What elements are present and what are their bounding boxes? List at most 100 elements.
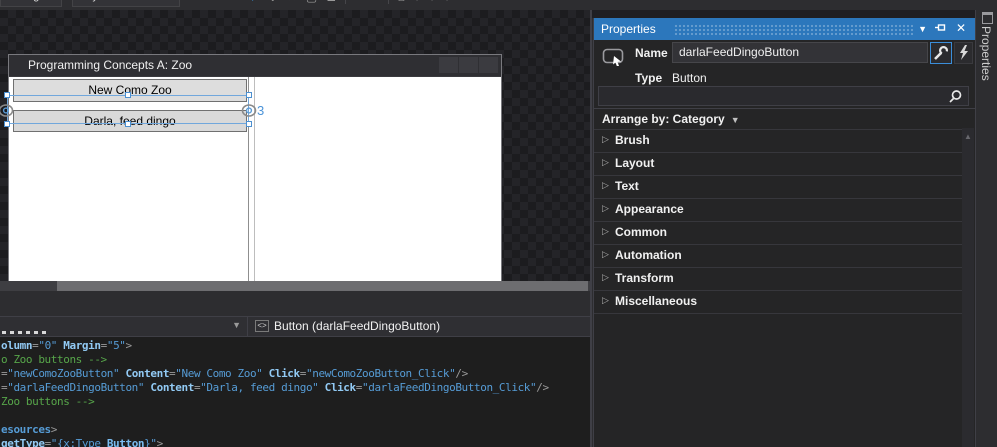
- toolbar-separator: [345, 0, 346, 4]
- expander-icon[interactable]: ▷: [602, 249, 609, 260]
- xaml-breadcrumb-bar: ▼ <> Button (darlaFeedDingoButton): [0, 316, 590, 337]
- category-row-brush[interactable]: ▷ Brush: [594, 130, 962, 153]
- minimize-button: [439, 57, 458, 73]
- xaml-code[interactable]: olumn="0" Margin="5">o Zoo buttons -->="…: [0, 337, 590, 447]
- wpf-preview-window[interactable]: Programming Concepts A: Zoo New Como Zoo…: [8, 54, 502, 287]
- category-label: Brush: [615, 133, 650, 147]
- arrange-by-label: Arrange by: Category: [602, 112, 725, 126]
- chevron-down-icon[interactable]: ⌄: [268, 0, 278, 6]
- code-line[interactable]: getType="{x:Type Button}">: [1, 437, 590, 447]
- h-spacing-icon[interactable]: ━: [355, 0, 362, 6]
- category-row-text[interactable]: ▷Text: [594, 176, 962, 199]
- code-line[interactable]: olumn="0" Margin="5">: [1, 339, 590, 353]
- properties-panel: Properties ▼ ✕ Name darlaFeedDingoButton: [593, 18, 975, 447]
- resize-handle-bottom-middle[interactable]: [125, 121, 131, 127]
- artboard-edge: [592, 10, 975, 18]
- window-position-menu-icon[interactable]: ▼: [918, 24, 927, 34]
- designer-horizontal-scrollbar[interactable]: [0, 281, 590, 291]
- xaml-element-icon: <>: [255, 320, 269, 332]
- expander-icon[interactable]: ▷: [602, 226, 609, 237]
- scrollbar-thumb[interactable]: [57, 281, 588, 291]
- properties-titlebar[interactable]: Properties ▼ ✕: [594, 18, 975, 40]
- clipped-code-line: [2, 331, 46, 334]
- search-icon[interactable]: [948, 89, 963, 104]
- tool-window-icon: [982, 12, 993, 24]
- properties-title: Properties: [601, 22, 656, 36]
- category-row-transform[interactable]: ▷Transform: [594, 268, 962, 291]
- pin-icon[interactable]: [934, 21, 947, 37]
- snap-toggle-icon[interactable]: ▾: [429, 0, 435, 6]
- close-icon[interactable]: ✕: [956, 21, 966, 35]
- category-label: Appearance: [615, 202, 684, 216]
- category-row-layout[interactable]: ▷ Layout: [594, 153, 962, 176]
- properties-vertical-scrollbar[interactable]: ▲: [962, 128, 974, 447]
- properties-side-tab[interactable]: Properties: [979, 26, 993, 81]
- code-line[interactable]: ="newComoZooButton" Content="New Como Zo…: [1, 367, 590, 381]
- name-input[interactable]: darlaFeedDingoButton: [672, 42, 928, 63]
- element-path-label: Button (darlaFeedDingoButton): [274, 319, 440, 333]
- toolbar-icons: ⌕ ⌄ ✕ ▢ ≣ ━ ━ ⌂ ▾ ▾ ▾: [252, 0, 450, 6]
- expander-icon[interactable]: ▷: [602, 157, 609, 168]
- visual-studio-window: Debug Any CPU ▶Start ⌕⌄✕▢≣━━⌂▾▾▾ Program…: [0, 0, 997, 447]
- pane-splitter[interactable]: [0, 291, 590, 316]
- preview-window-titlebar: Programming Concepts A: Zoo: [9, 55, 501, 77]
- resize-handle-bottom-left[interactable]: [4, 121, 10, 127]
- scroll-up-arrow-icon[interactable]: ▲: [964, 132, 972, 141]
- type-value: Button: [672, 71, 707, 85]
- resize-handle-top-right[interactable]: [246, 92, 252, 98]
- category-row-automation[interactable]: ▷ Automation: [594, 245, 962, 268]
- v-spacing-icon[interactable]: ━: [372, 0, 379, 6]
- properties-search-input[interactable]: [598, 86, 969, 106]
- category-label: Miscellaneous: [615, 294, 697, 308]
- resize-handle-top-middle[interactable]: [125, 92, 131, 98]
- close-button: [479, 57, 498, 73]
- element-path-dropdown[interactable]: <> Button (darlaFeedDingoButton): [248, 317, 590, 336]
- category-row-appearance[interactable]: ▷ Appearance: [594, 199, 962, 222]
- code-line[interactable]: Zoo buttons -->: [1, 395, 590, 409]
- border-style-icon[interactable]: ▢: [306, 0, 317, 6]
- expander-icon[interactable]: ▷: [602, 134, 609, 145]
- properties-body: Name darlaFeedDingoButton Type Button: [594, 40, 975, 447]
- chevron-down-icon: ▼: [232, 320, 241, 330]
- wrench-icon: [931, 43, 951, 63]
- resize-handle-top-left[interactable]: [4, 92, 10, 98]
- side-tab-strip: Properties: [975, 10, 997, 447]
- expander-icon[interactable]: ▷: [602, 295, 609, 306]
- grid-toggle-icon[interactable]: ▾: [414, 0, 420, 6]
- margin-anchor-right-icon[interactable]: [241, 103, 258, 118]
- expander-icon[interactable]: ▷: [602, 203, 609, 214]
- expander-icon[interactable]: ▷: [602, 272, 609, 283]
- debug-configuration-dropdown[interactable]: Debug: [0, 0, 62, 7]
- cancel-icon[interactable]: ✕: [287, 0, 297, 6]
- code-line[interactable]: esources>: [1, 423, 590, 437]
- design-surface[interactable]: Programming Concepts A: Zoo New Como Zoo…: [0, 10, 590, 281]
- margin-anchor-left-icon[interactable]: [0, 103, 15, 118]
- type-label: Type: [635, 71, 662, 85]
- align-lines-icon[interactable]: ≣: [326, 0, 336, 6]
- zoom-icon[interactable]: ⌕: [252, 0, 259, 6]
- preview-window-title: Programming Concepts A: Zoo: [28, 58, 192, 72]
- category-label: Automation: [615, 248, 682, 262]
- vertical-divider[interactable]: [590, 10, 592, 447]
- code-line[interactable]: ="darlaFeedDingoButton" Content="Darla, …: [1, 381, 590, 395]
- preview-window-buttons: [439, 57, 498, 73]
- platform-dropdown[interactable]: Any CPU: [72, 0, 180, 7]
- guides-toggle-icon[interactable]: ▾: [444, 0, 450, 6]
- name-label: Name: [635, 46, 668, 60]
- events-mode-button[interactable]: [954, 42, 973, 64]
- grid-row-badge: 3: [257, 103, 264, 118]
- category-row-miscellaneous[interactable]: ▷ Miscellaneous: [594, 291, 962, 314]
- toolbar-separator: [388, 0, 389, 4]
- arrange-by-dropdown[interactable]: Arrange by: Category ▼: [602, 112, 740, 126]
- code-line[interactable]: o Zoo buttons -->: [1, 353, 590, 367]
- selected-element-icon: [602, 48, 625, 67]
- category-row-common[interactable]: ▷Common: [594, 222, 962, 245]
- expander-icon[interactable]: ▷: [602, 180, 609, 191]
- properties-mode-button[interactable]: [930, 42, 952, 64]
- resize-handle-bottom-right[interactable]: [246, 121, 252, 127]
- chevron-down-icon: ▼: [731, 115, 740, 125]
- category-list: ▷Brush▷Layout▷Text▷Appearance▷Common▷Aut…: [594, 129, 962, 314]
- category-label: Layout: [615, 156, 654, 170]
- code-line[interactable]: [1, 409, 590, 423]
- fit-selection-icon[interactable]: ⌂: [398, 0, 405, 6]
